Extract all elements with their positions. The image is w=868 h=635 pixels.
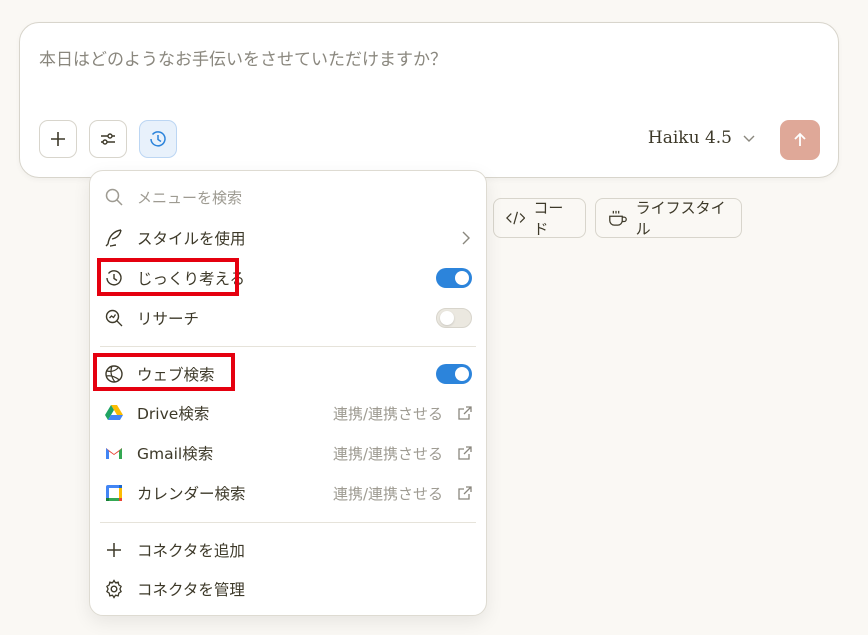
tools-menu: メニューを検索 スタイルを使用 じっくり考える リサーチ ウェブ検索 Drive…: [89, 170, 487, 616]
menu-item-label: Drive検索: [137, 405, 210, 423]
search-icon: [105, 188, 123, 206]
prompt-input[interactable]: 本日はどのようなお手伝いをさせていただけますか？: [39, 45, 447, 70]
connect-link: 連携/連携させる: [332, 404, 443, 423]
chevron-down-icon: [743, 135, 755, 142]
menu-search-input[interactable]: メニューを検索: [137, 187, 242, 208]
highlight-box-thinking: [97, 258, 239, 296]
chevron-right-icon: [462, 231, 470, 245]
external-link-icon: [458, 485, 472, 500]
menu-item-add-connector[interactable]: コネクタを追加: [90, 533, 486, 567]
sliders-icon: [101, 133, 115, 145]
code-icon: [506, 211, 526, 225]
gmail-icon: [106, 448, 122, 459]
research-magnifier-icon: [105, 309, 123, 327]
menu-item-drive-search[interactable]: Drive検索 連携/連携させる: [90, 396, 486, 430]
extended-thinking-toggle[interactable]: [436, 268, 472, 288]
menu-item-manage-connectors[interactable]: コネクタを管理: [90, 572, 486, 606]
menu-item-label: コネクタを管理: [137, 581, 245, 599]
google-drive-icon: [105, 405, 123, 420]
menu-item-label: コネクタを追加: [137, 542, 245, 560]
menu-item-label: スタイルを使用: [137, 230, 246, 248]
clock-icon: [150, 131, 166, 147]
menu-item-label: リサーチ: [137, 310, 200, 328]
model-selector[interactable]: Haiku 4.5: [648, 128, 756, 148]
chip-lifestyle[interactable]: ライフスタイル: [595, 198, 742, 238]
quill-pen-icon: [105, 229, 122, 247]
chip-label: コード: [533, 199, 564, 238]
arrow-up-icon: [794, 132, 806, 146]
menu-item-calendar-search[interactable]: カレンダー検索 連携/連携させる: [90, 476, 486, 510]
web-search-toggle[interactable]: [436, 364, 472, 384]
chip-code[interactable]: コード: [493, 198, 586, 238]
google-calendar-icon: [106, 485, 122, 501]
connect-link: 連携/連携させる: [332, 444, 443, 463]
send-button[interactable]: [780, 120, 820, 160]
plus-icon: [51, 132, 65, 146]
plus-icon: [107, 543, 121, 557]
menu-item-label: Gmail検索: [137, 445, 214, 463]
research-toggle[interactable]: [436, 308, 472, 328]
menu-item-gmail-search[interactable]: Gmail検索 連携/連携させる: [90, 436, 486, 470]
connect-link: 連携/連携させる: [332, 484, 443, 503]
chip-label: ライフスタイル: [635, 199, 726, 238]
add-button[interactable]: [39, 120, 77, 158]
menu-item-style[interactable]: スタイルを使用: [90, 221, 486, 255]
chat-composer: 本日はどのようなお手伝いをさせていただけますか？ Haiku 4.5: [19, 22, 839, 178]
external-link-icon: [458, 405, 472, 420]
highlight-box-web-search: [93, 353, 235, 391]
extended-thinking-button[interactable]: [139, 120, 177, 158]
menu-divider: [100, 346, 476, 347]
menu-item-label: カレンダー検索: [137, 485, 246, 503]
menu-item-research[interactable]: リサーチ: [90, 301, 486, 335]
coffee-cup-icon: [609, 210, 627, 226]
gear-icon: [106, 579, 122, 599]
menu-search[interactable]: メニューを検索: [90, 180, 486, 214]
tools-button[interactable]: [89, 120, 127, 158]
external-link-icon: [458, 445, 472, 460]
model-label: Haiku 4.5: [647, 128, 732, 148]
menu-divider: [100, 522, 476, 523]
